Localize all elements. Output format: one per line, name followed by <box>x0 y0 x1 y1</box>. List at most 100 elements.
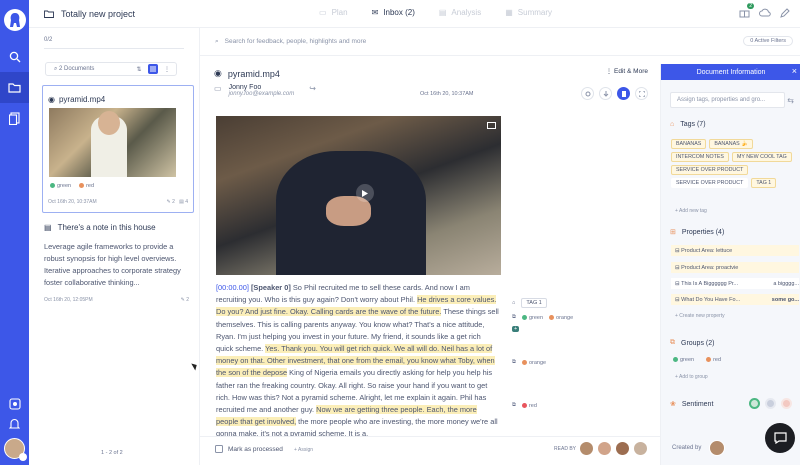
card-title: There's a note in this house <box>57 223 156 232</box>
property-icon: ⊞ <box>670 229 676 236</box>
document-actions <box>581 87 648 100</box>
app-rail <box>0 0 29 465</box>
search-icon: ⌕ <box>215 37 219 45</box>
filter-icon[interactable]: ⇆ <box>787 96 794 105</box>
timestamp[interactable]: [00:00.00] <box>216 283 249 292</box>
reader-avatar[interactable] <box>633 441 648 456</box>
reader-avatar[interactable] <box>597 441 612 456</box>
add-annotation-icon[interactable]: + <box>512 326 520 332</box>
property-row[interactable]: ⊟ This Is A Bigggggg Pr... a bigggg... <box>671 278 799 289</box>
property-row[interactable]: ⊟ What Do You Have Fo... some go... <box>671 294 799 305</box>
share-icon[interactable]: ↪ <box>309 84 316 97</box>
property-row[interactable]: ⊟ Product Area: proactvie <box>671 262 799 273</box>
card-footer: Oct 16th 20, 12:05PM ✎ 2 <box>44 297 189 303</box>
document-info-icon[interactable] <box>617 87 630 100</box>
gift-icon[interactable]: 2 <box>739 3 754 20</box>
created-by-label: Created by <box>672 445 702 451</box>
document-footer: Mark as processed + Assign READ BY <box>200 436 660 465</box>
documents-filter[interactable]: ⌕ 2 Documents ⇅ ⋮ <box>45 62 177 76</box>
grid-view-icon[interactable]: ⋮ <box>162 64 172 74</box>
view-tabs: ▭ Plan ✉ Inbox (2) ▤ Analysis ▦ Summary <box>319 8 552 17</box>
download-icon[interactable] <box>599 87 612 100</box>
tag-label: green <box>57 183 72 189</box>
add-tag-link[interactable]: + Add new tag <box>675 208 707 214</box>
expand-icon[interactable] <box>635 87 648 100</box>
search-field[interactable]: ⌕ Search for feedback, people, highlight… <box>215 38 366 46</box>
list-view-icon[interactable] <box>148 64 158 74</box>
mark-processed-button[interactable]: Mark as processed <box>215 445 283 453</box>
tab-plan[interactable]: ▭ Plan <box>319 8 348 17</box>
creator-avatar[interactable] <box>709 440 726 456</box>
property-value: a bigggg... <box>773 280 799 287</box>
group-orange: orange <box>549 315 573 321</box>
document-card-video[interactable]: ◉ pyramid.mp4 green red Oct 16th 20, 10:… <box>42 85 194 213</box>
picture-in-picture-icon[interactable] <box>487 122 496 129</box>
search-icon[interactable] <box>0 41 29 72</box>
tag-chip[interactable]: INTERCOM NOTES <box>671 152 729 162</box>
group-icon: ⧉ <box>512 359 516 365</box>
annotation-groups[interactable]: ⧉ orange <box>512 359 546 366</box>
note-count: 4 <box>185 199 188 205</box>
video-player[interactable] <box>216 116 501 275</box>
tab-summary[interactable]: ▦ Summary <box>505 8 552 17</box>
transcript[interactable]: [00:00.00] [Speaker 0] So Phil recruited… <box>216 282 499 441</box>
group-icon: ⧉ <box>512 402 516 408</box>
tag-chip[interactable]: TAG 1 <box>751 178 777 188</box>
tag-chip[interactable]: SERVICE OVER PRODUCT <box>671 165 749 175</box>
selection-count: 0/2 <box>44 37 191 49</box>
folder-icon[interactable] <box>0 72 29 103</box>
sentiment-section-header: ❀ Sentiment <box>670 400 713 409</box>
active-filters-button[interactable]: 0 Active Filters <box>743 36 793 46</box>
document-card-note[interactable]: ▤ There's a note in this house Leverage … <box>44 223 189 303</box>
pencil-icon[interactable] <box>780 7 790 20</box>
reader-avatar[interactable] <box>579 441 594 456</box>
properties-section-header[interactable]: ⊞ Properties (4) <box>670 228 724 237</box>
documents-icon[interactable] <box>0 103 29 134</box>
property-label: Product Area: proactvie <box>681 264 739 271</box>
property-label: This Is A Bigggggg Pr... <box>681 280 739 287</box>
tag-chip[interactable]: BANANAS <box>671 139 707 149</box>
tag-label: red <box>86 183 95 189</box>
positive-sentiment-icon[interactable] <box>749 398 760 409</box>
project-header[interactable]: Totally new project <box>44 9 135 19</box>
tab-label: Summary <box>517 8 553 17</box>
assign-input[interactable]: Assign tags, properties and gro... <box>670 92 785 108</box>
group-green[interactable]: green <box>673 357 694 363</box>
folder-icon <box>44 10 54 18</box>
add-to-group-link[interactable]: + Add to group <box>675 374 708 380</box>
annotation-groups[interactable]: ⧉ green orange <box>512 314 573 321</box>
download-icon[interactable] <box>759 8 771 20</box>
assign-button[interactable]: + Assign <box>294 447 313 453</box>
pagination: 1 - 2 of 2 <box>101 450 123 456</box>
group-red[interactable]: red <box>706 357 721 363</box>
top-right-actions: 2 <box>739 3 790 20</box>
top-bar: Totally new project ▭ Plan ✉ Inbox (2) ▤ An… <box>29 0 800 28</box>
annotation-groups[interactable]: ⧉ red <box>512 402 537 409</box>
user-avatar[interactable] <box>4 438 27 461</box>
sync-icon[interactable] <box>581 87 594 100</box>
tag-chip[interactable]: BANANAS 🍌 <box>709 139 753 149</box>
sort-icon[interactable]: ⇅ <box>134 64 144 74</box>
gift-badge: 2 <box>747 3 754 9</box>
edit-more-button[interactable]: ⋮ Edit & More <box>606 67 648 75</box>
property-row[interactable]: ⊟ Product Area: lettuce <box>671 245 799 256</box>
play-icon[interactable] <box>356 184 374 202</box>
tab-analysis[interactable]: ▤ Analysis <box>439 8 481 17</box>
close-icon[interactable]: × <box>792 66 797 76</box>
app-logo[interactable] <box>3 9 26 31</box>
chat-button[interactable] <box>765 423 795 453</box>
tags-section-header[interactable]: ⌂ Tags (7) <box>670 121 706 128</box>
reader-avatar[interactable] <box>615 441 630 456</box>
active-filters-label: 0 Active Filters <box>750 38 786 44</box>
bell-icon[interactable] <box>8 418 21 432</box>
tag-chip[interactable]: MY NEW COOL TAG <box>731 152 792 162</box>
annotation-tag[interactable]: ⌂ TAG 1 <box>512 298 547 308</box>
integrations-icon[interactable] <box>8 398 21 412</box>
tag-chip[interactable]: SERVICE OVER PRODUCT <box>671 178 749 188</box>
tab-inbox[interactable]: ✉ Inbox (2) <box>372 8 415 17</box>
create-property-link[interactable]: + Create new property <box>675 313 725 319</box>
groups-section-header[interactable]: ⧉ Groups (2) <box>670 339 714 347</box>
more-icon: ⋮ <box>605 68 615 75</box>
neutral-sentiment-icon[interactable] <box>765 398 776 409</box>
negative-sentiment-icon[interactable] <box>781 398 792 409</box>
